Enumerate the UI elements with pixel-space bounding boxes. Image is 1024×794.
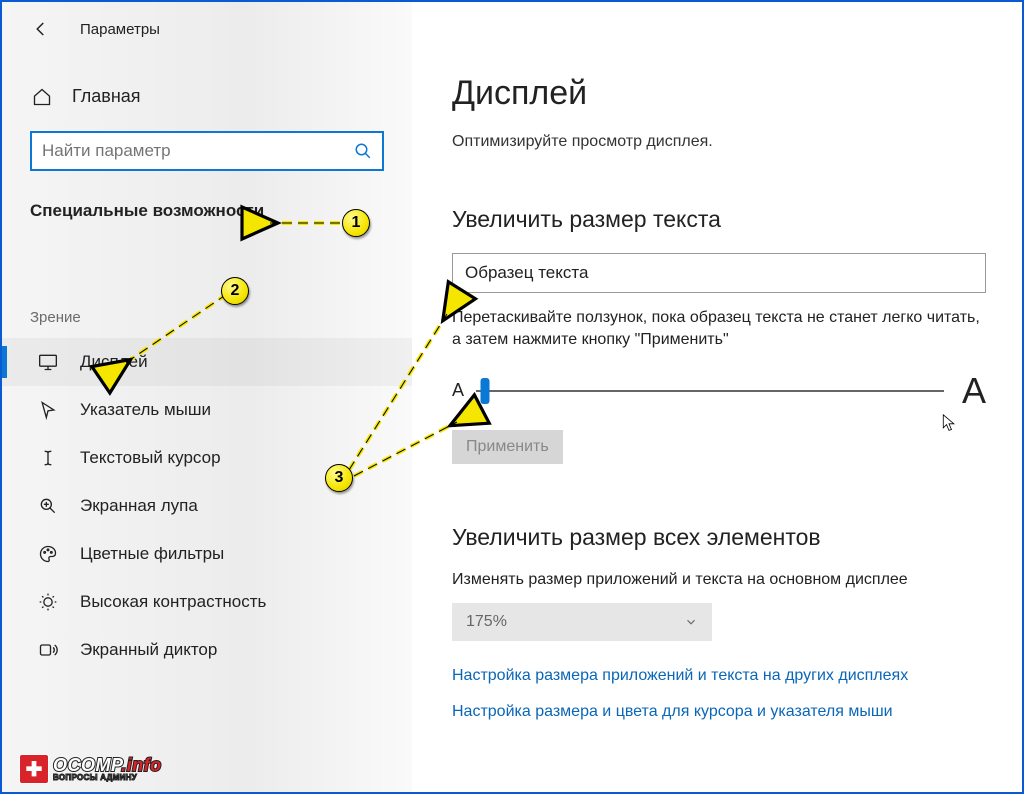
text-size-slider[interactable] xyxy=(476,379,944,403)
cursor-icon xyxy=(38,400,58,420)
sample-text-box: Образец текста xyxy=(452,253,986,293)
sidebar-item-label: Цветные фильтры xyxy=(80,544,224,564)
text-cursor-icon xyxy=(38,448,58,468)
mouse-pointer-icon xyxy=(942,414,956,432)
contrast-icon xyxy=(38,592,58,612)
page-subtitle: Оптимизируйте просмотр дисплея. xyxy=(452,133,986,151)
sidebar-item-label: Экранный диктор xyxy=(80,640,217,660)
section-title-scale: Увеличить размер всех элементов xyxy=(452,524,986,551)
watermark-badge: ✚ xyxy=(19,754,49,784)
scale-dropdown[interactable]: 175% xyxy=(452,603,712,641)
watermark-sub: ВОПРОСЫ АДМИНУ xyxy=(53,774,162,782)
home-nav[interactable]: Главная xyxy=(2,38,412,107)
slider-label-big: A xyxy=(962,370,986,412)
sidebar-item-label: Текстовый курсор xyxy=(80,448,221,468)
annotation-arrow-3b xyxy=(352,408,472,478)
search-box[interactable] xyxy=(30,131,384,171)
section-title-text-size: Увеличить размер текста xyxy=(452,206,986,233)
sidebar-item-magnifier[interactable]: Экранная лупа xyxy=(2,482,412,530)
annotation-badge-2: 2 xyxy=(221,277,249,305)
page-title: Дисплей xyxy=(452,74,986,113)
scale-description: Изменять размер приложений и текста на о… xyxy=(452,571,986,589)
narrator-icon xyxy=(38,640,58,660)
sidebar-item-high-contrast[interactable]: Высокая контрастность xyxy=(2,578,412,626)
slider-thumb[interactable] xyxy=(481,378,490,404)
sidebar-item-label: Указатель мыши xyxy=(80,400,211,420)
right-panel: Дисплей Оптимизируйте просмотр дисплея. … xyxy=(412,2,1024,792)
annotation-arrow-1 xyxy=(262,208,342,238)
slider-hint: Перетаскивайте ползунок, пока образец те… xyxy=(452,307,986,352)
palette-icon xyxy=(38,544,58,564)
link-cursor-settings[interactable]: Настройка размера и цвета для курсора и … xyxy=(452,703,986,721)
home-icon xyxy=(32,87,52,107)
magnifier-icon xyxy=(38,496,58,516)
window-title: Параметры xyxy=(80,21,160,38)
watermark: ✚ OCOMP.info ВОПРОСЫ АДМИНУ xyxy=(19,754,162,784)
slider-track xyxy=(476,390,944,392)
sidebar-item-color-filters[interactable]: Цветные фильтры xyxy=(2,530,412,578)
watermark-brand: OCOMP.info xyxy=(53,756,162,774)
annotation-badge-1: 1 xyxy=(342,209,370,237)
search-input[interactable] xyxy=(42,141,354,161)
monitor-icon xyxy=(38,352,58,372)
annotation-badge-3: 3 xyxy=(325,464,353,492)
home-label: Главная xyxy=(72,86,141,107)
back-icon[interactable] xyxy=(32,20,50,38)
chevron-down-icon xyxy=(684,615,698,629)
sidebar-item-narrator[interactable]: Экранный диктор xyxy=(2,626,412,674)
scale-value: 175% xyxy=(466,613,507,631)
sidebar-item-label: Высокая контрастность xyxy=(80,592,266,612)
settings-window: Параметры Главная Специальные возможност… xyxy=(0,0,1024,794)
link-other-displays[interactable]: Настройка размера приложений и текста на… xyxy=(452,667,986,685)
search-icon xyxy=(354,142,372,160)
sidebar-item-label: Экранная лупа xyxy=(80,496,198,516)
